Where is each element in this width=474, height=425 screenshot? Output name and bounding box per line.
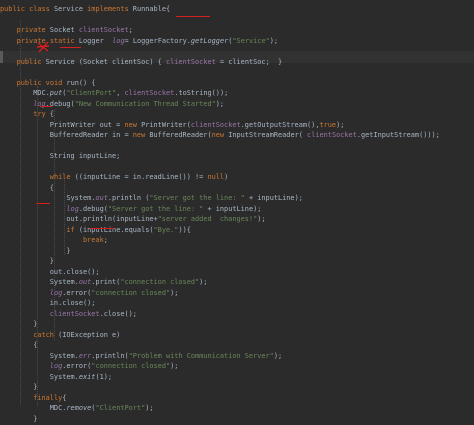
annotation-underline xyxy=(40,106,52,107)
code-line[interactable]: String inputLine; xyxy=(0,150,121,162)
code-line[interactable]: } xyxy=(0,413,37,425)
annotation-underline xyxy=(36,203,50,204)
code-editor[interactable]: public class Service implements Runnable… xyxy=(0,0,474,423)
annotation-cross-icon xyxy=(36,40,50,54)
annotation-underline xyxy=(60,47,81,48)
code-line[interactable]: public Service (Socket clientSoc) { clie… xyxy=(0,56,283,68)
code-line[interactable]: public class Service implements Runnable… xyxy=(0,3,170,15)
code-line[interactable]: BufferedReader in = new BufferedReader(n… xyxy=(0,129,440,141)
annotation-underline xyxy=(90,228,114,229)
annotation-underline xyxy=(176,16,210,17)
